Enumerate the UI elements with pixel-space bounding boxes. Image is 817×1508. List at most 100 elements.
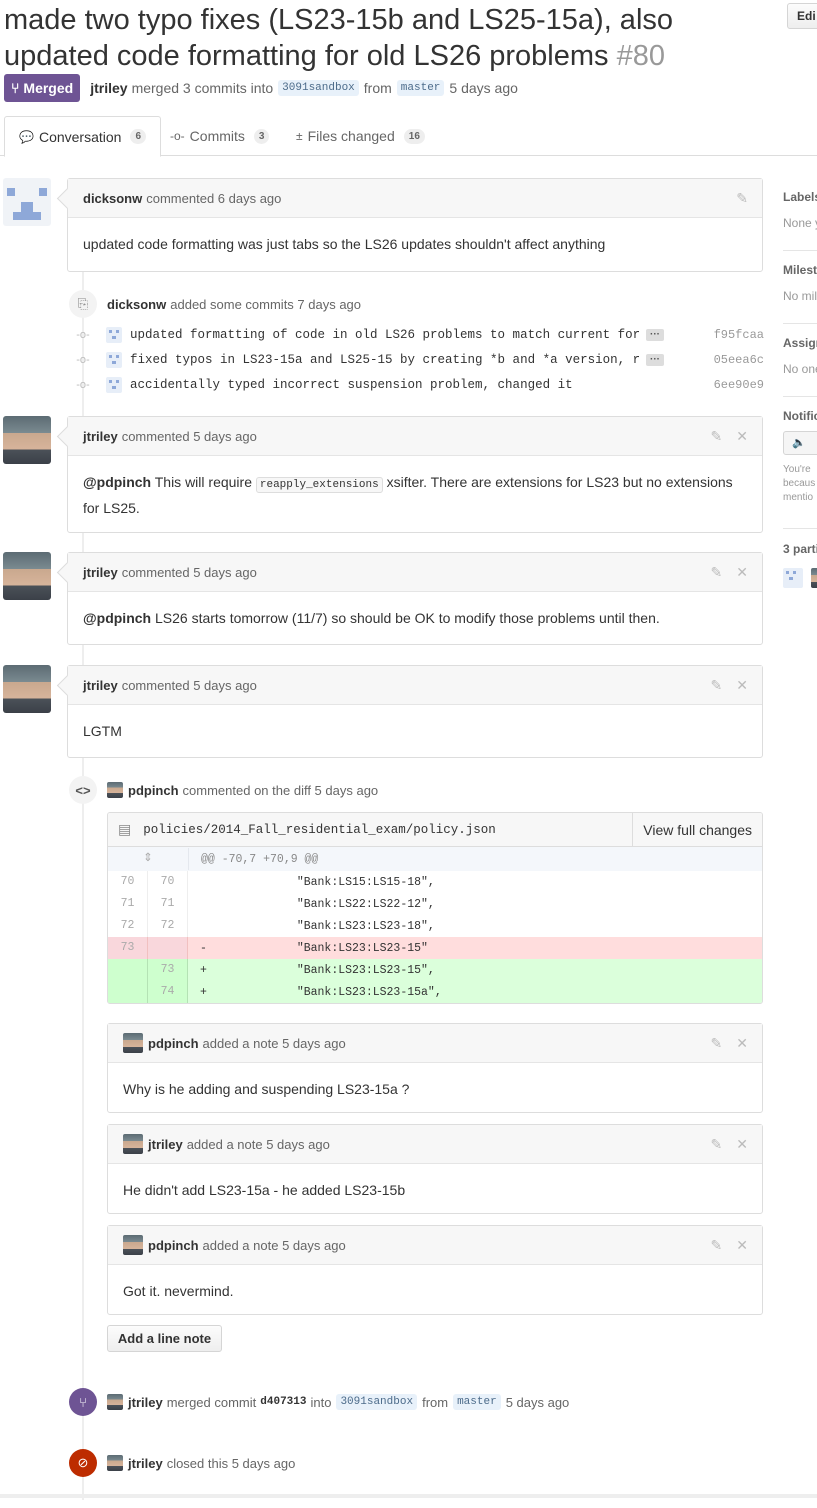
tab-files-count: 16 (403, 128, 425, 144)
note-author[interactable]: pdpinch (148, 1238, 199, 1253)
close-icon[interactable]: ✕ (736, 1136, 748, 1153)
pencil-icon[interactable]: ✎ (736, 190, 748, 207)
close-icon[interactable]: ✕ (736, 677, 748, 694)
diff-line[interactable]: 74 + "Bank:LS23:LS23-15a", (108, 981, 762, 1003)
sidebar-assignee[interactable]: Assign No one (783, 336, 817, 376)
merge-event-author[interactable]: jtriley (128, 1395, 163, 1410)
add-line-note-button[interactable]: Add a line note (107, 1325, 222, 1352)
commit-message[interactable]: fixed typos in LS23-15a and LS25-15 by c… (130, 353, 640, 367)
merge-head-branch[interactable]: master (453, 1394, 501, 1410)
commits-event-author[interactable]: dicksonw (107, 297, 166, 312)
commit-message[interactable]: updated formatting of code in old LS26 p… (130, 328, 640, 342)
commit-sha[interactable]: f95fcaa (714, 328, 764, 342)
tab-files-changed[interactable]: ± Files changed 16 (282, 116, 439, 156)
line-note-2: jtriley added a note 5 days ago ✎ ✕ He di… (107, 1124, 763, 1214)
diff-line[interactable]: 73 - "Bank:LS23:LS23-15" (108, 937, 762, 959)
commit-sha[interactable]: 05eea6c (714, 353, 764, 367)
diff-line[interactable]: 73 + "Bank:LS23:LS23-15", (108, 959, 762, 981)
sidebar-labels[interactable]: Labels None y (783, 190, 817, 230)
old-line-number[interactable]: 73 (108, 937, 148, 959)
new-line-number[interactable]: 72 (148, 915, 188, 937)
avatar-jtriley-small[interactable] (107, 1455, 123, 1471)
milestone-value: No mil (783, 289, 817, 303)
mention-link[interactable]: @pdpinch (83, 610, 151, 626)
git-commit-icon: -o- (170, 129, 185, 143)
comment-2: jtriley commented 5 days ago ✎ ✕ @pdpinch… (67, 416, 763, 533)
diff-line[interactable]: 72 72 "Bank:LS23:LS23-18", (108, 915, 762, 937)
comment-author[interactable]: dicksonw (83, 191, 142, 206)
avatar-jtriley-small[interactable] (107, 1394, 123, 1410)
pencil-icon[interactable]: ✎ (711, 1237, 723, 1254)
avatar-jtriley-small[interactable] (123, 1134, 143, 1154)
avatar-dicksonw-small[interactable] (106, 327, 122, 343)
old-line-number[interactable]: 70 (108, 871, 148, 893)
comment-body: updated code formatting was just tabs so… (83, 236, 606, 252)
new-line-number[interactable] (148, 937, 188, 959)
git-merge-icon: ⑂ (69, 1388, 97, 1416)
diff-comment-event: pdpinch commented on the diff 5 days ago (107, 780, 378, 800)
avatar-jtriley[interactable] (3, 552, 51, 600)
comment-author[interactable]: jtriley (83, 429, 118, 444)
pencil-icon[interactable]: ✎ (711, 564, 723, 581)
new-line-number[interactable]: 74 (148, 981, 188, 1003)
new-line-number[interactable]: 73 (148, 959, 188, 981)
avatar-pdpinch-small[interactable] (123, 1235, 143, 1255)
tab-commits[interactable]: -o- Commits 3 (156, 116, 283, 156)
participant-avatar[interactable] (783, 568, 803, 588)
pencil-icon[interactable]: ✎ (711, 428, 723, 445)
avatar-dicksonw-small[interactable] (106, 352, 122, 368)
avatar-jtriley[interactable] (3, 416, 51, 464)
diff-file-path[interactable]: policies/2014_Fall_residential_exam/poli… (143, 823, 496, 837)
old-line-number[interactable]: 72 (108, 915, 148, 937)
new-line-number[interactable]: 70 (148, 871, 188, 893)
diff-line[interactable]: 70 70 "Bank:LS15:LS15-18", (108, 871, 762, 893)
note-author[interactable]: jtriley (148, 1137, 183, 1152)
diff-event-author[interactable]: pdpinch (128, 783, 179, 798)
base-branch[interactable]: 3091sandbox (278, 80, 359, 96)
old-line-number[interactable] (108, 959, 148, 981)
expand-commit-button[interactable]: ··· (646, 354, 664, 366)
avatar-pdpinch-small[interactable] (107, 782, 123, 798)
expand-commit-button[interactable]: ··· (646, 329, 664, 341)
merge-author-link[interactable]: jtriley (90, 80, 127, 96)
close-icon[interactable]: ✕ (736, 564, 748, 581)
avatar-dicksonw[interactable] (3, 178, 51, 226)
head-branch[interactable]: master (396, 80, 445, 96)
old-line-number[interactable] (108, 981, 148, 1003)
new-line-number[interactable]: 71 (148, 893, 188, 915)
diff-sign (188, 920, 202, 933)
tab-conversation[interactable]: 💬 Conversation 6 (4, 116, 162, 157)
merge-event-text: merged commit (166, 1394, 257, 1410)
diff-line[interactable]: 71 71 "Bank:LS22:LS22-12", (108, 893, 762, 915)
edit-button[interactable]: Edi (787, 3, 817, 29)
comment-body: LGTM (83, 723, 122, 739)
circle-slash-icon: ⊘ (69, 1449, 97, 1477)
merge-base-branch[interactable]: 3091sandbox (336, 1394, 418, 1410)
commit-sha[interactable]: 6ee90e9 (714, 378, 764, 392)
view-full-changes-button[interactable]: View full changes (632, 813, 762, 846)
pencil-icon[interactable]: ✎ (711, 1035, 723, 1052)
mention-link[interactable]: @pdpinch (83, 474, 151, 490)
comment-author[interactable]: jtriley (83, 565, 118, 580)
comment-author[interactable]: jtriley (83, 678, 118, 693)
unfold-icon[interactable]: ⇕ (108, 848, 189, 870)
pr-title-text: made two typo fixes (LS23-15b and LS25-1… (4, 4, 674, 72)
mute-button[interactable]: 🔈 (783, 431, 817, 455)
note-author[interactable]: pdpinch (148, 1036, 199, 1051)
participant-avatar[interactable] (811, 568, 817, 588)
avatar-pdpinch-small[interactable] (123, 1033, 143, 1053)
close-event-author[interactable]: jtriley (128, 1456, 163, 1471)
labels-title: Labels (783, 190, 817, 204)
merge-commit-sha[interactable]: d407313 (260, 1396, 306, 1408)
avatar-jtriley[interactable] (3, 665, 51, 713)
close-icon[interactable]: ✕ (736, 1035, 748, 1052)
line-note-3: pdpinch added a note 5 days ago ✎ ✕ Got i… (107, 1225, 763, 1315)
close-icon[interactable]: ✕ (736, 1237, 748, 1254)
close-icon[interactable]: ✕ (736, 428, 748, 445)
pencil-icon[interactable]: ✎ (711, 1136, 723, 1153)
commit-message[interactable]: accidentally typed incorrect suspension … (130, 378, 573, 392)
sidebar-milestone[interactable]: Milest No mil (783, 263, 817, 303)
pencil-icon[interactable]: ✎ (711, 677, 723, 694)
avatar-dicksonw-small[interactable] (106, 377, 122, 393)
old-line-number[interactable]: 71 (108, 893, 148, 915)
